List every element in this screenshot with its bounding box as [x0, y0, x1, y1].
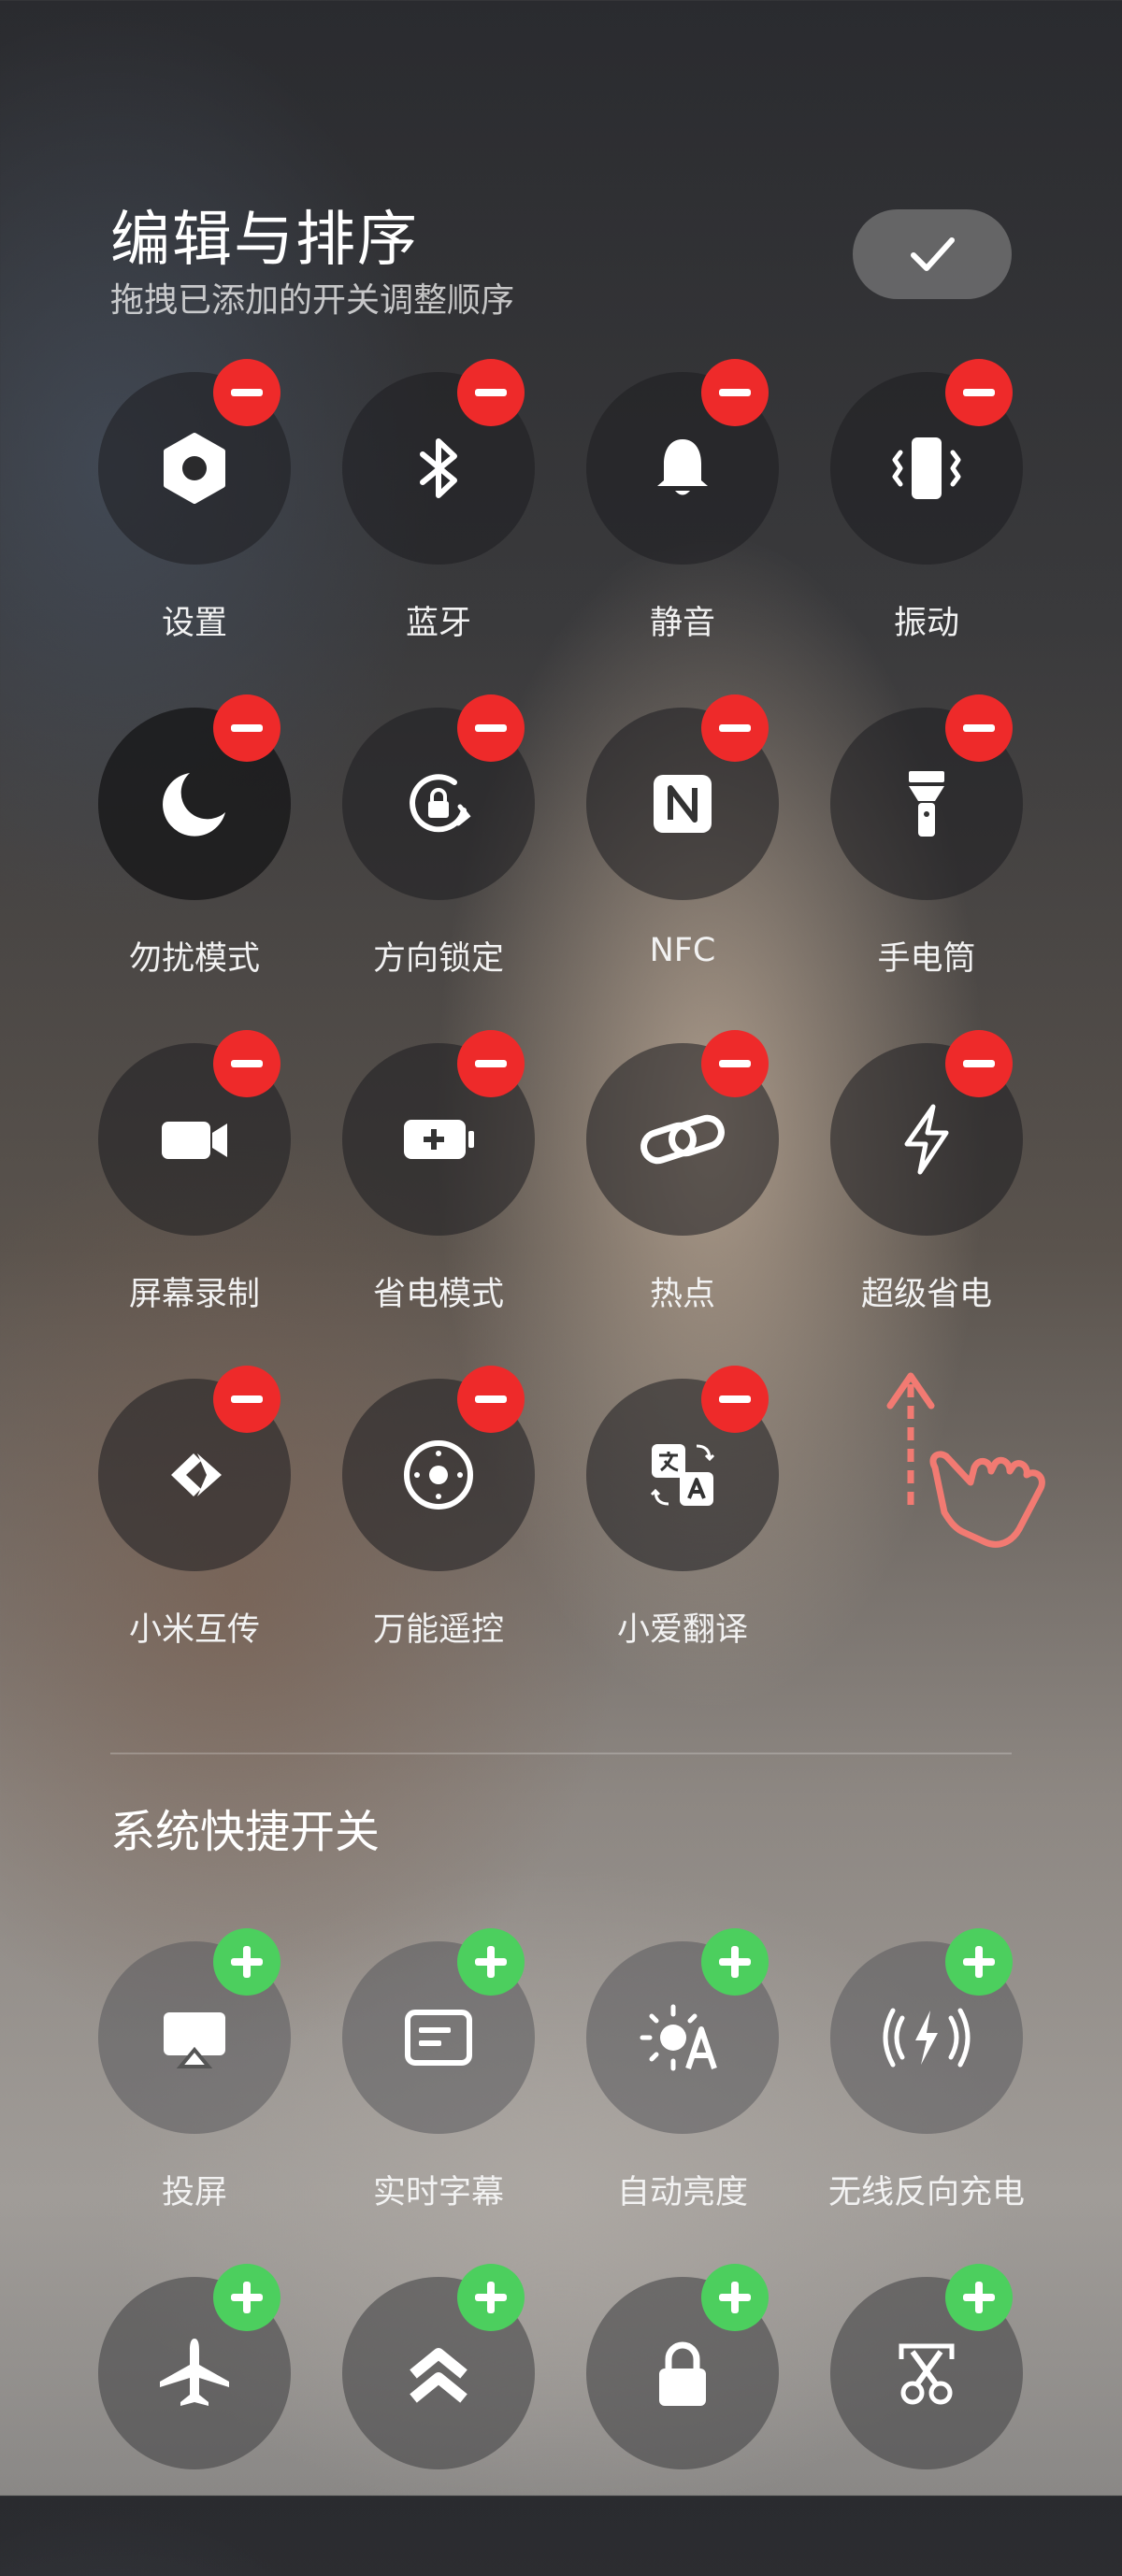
- translate-icon: [650, 1444, 715, 1506]
- tile-nfc[interactable]: NFC: [563, 694, 806, 1007]
- battery-saver-icon: [404, 1120, 474, 1159]
- vibrate-icon: [892, 437, 961, 499]
- scissors-icon: [899, 2343, 955, 2405]
- tile-label: 超级省电: [860, 1276, 992, 1313]
- tile-remote[interactable]: 万能遥控: [319, 1366, 562, 1678]
- tile-battery-saver[interactable]: 省电模式: [319, 1030, 562, 1342]
- tile-label: 方向锁定: [372, 940, 504, 978]
- tile-label: 热点: [649, 1276, 715, 1313]
- remove-button[interactable]: [457, 1030, 525, 1097]
- remove-button[interactable]: [945, 694, 1013, 762]
- remove-button[interactable]: [213, 359, 280, 426]
- remove-button[interactable]: [701, 1366, 769, 1433]
- remove-button[interactable]: [945, 1030, 1013, 1097]
- tile-label: 蓝牙: [405, 605, 471, 642]
- tile-bluetooth[interactable]: 蓝牙: [319, 359, 562, 671]
- lock-icon: [659, 2341, 706, 2406]
- page-title: 编辑与排序: [110, 206, 419, 275]
- tile-label: 投屏: [161, 2174, 227, 2211]
- remove-button[interactable]: [457, 1366, 525, 1433]
- moon-icon: [163, 773, 225, 837]
- nfc-icon: [654, 775, 712, 833]
- tile-label: 屏幕录制: [128, 1276, 260, 1313]
- section-title: 系统快捷开关: [110, 1806, 381, 1858]
- drag-hint-hand-icon: [886, 1372, 1045, 1548]
- tile-flashlight[interactable]: 手电筒: [807, 694, 1050, 1007]
- tile-live-caption[interactable]: 实时字幕: [319, 1928, 562, 2240]
- section-divider: [110, 1753, 1012, 1754]
- tile-hotspot[interactable]: 热点: [563, 1030, 806, 1342]
- remove-button[interactable]: [457, 694, 525, 762]
- tile-vibrate[interactable]: 振动: [807, 359, 1050, 671]
- video-camera-icon: [162, 1122, 227, 1159]
- tile-super-saver[interactable]: 超级省电: [807, 1030, 1050, 1342]
- tile-screenshot-crop[interactable]: [807, 2264, 1050, 2576]
- remove-button[interactable]: [213, 694, 280, 762]
- tile-label: 省电模式: [372, 1276, 504, 1313]
- add-button[interactable]: [213, 1928, 280, 1996]
- bluetooth-icon: [420, 438, 457, 498]
- flashlight-icon: [909, 771, 944, 837]
- tile-label: 手电筒: [877, 940, 976, 978]
- chevrons-up-icon: [410, 2348, 468, 2403]
- settings-icon: [164, 433, 225, 504]
- remote-control-icon: [404, 1440, 473, 1510]
- tile-mi-share[interactable]: 小米互传: [75, 1366, 318, 1678]
- tile-auto-brightness[interactable]: 自动亮度: [563, 1928, 806, 2240]
- tile-cast[interactable]: 投屏: [75, 1928, 318, 2240]
- tile-dnd[interactable]: 勿扰模式: [75, 694, 318, 1007]
- tile-reverse-charge[interactable]: 无线反向充电: [807, 1928, 1050, 2240]
- add-button[interactable]: [457, 1928, 525, 1996]
- hotspot-link-icon: [640, 1114, 725, 1165]
- remove-button[interactable]: [701, 1030, 769, 1097]
- bell-icon: [657, 439, 708, 495]
- add-button[interactable]: [701, 2264, 769, 2331]
- remove-button[interactable]: [945, 359, 1013, 426]
- tile-label: 无线反向充电: [827, 2174, 1025, 2211]
- tile-label: 小米互传: [128, 1611, 260, 1649]
- remove-button[interactable]: [457, 359, 525, 426]
- share-arrows-icon: [171, 1453, 222, 1496]
- tile-translate[interactable]: 小爱翻译: [563, 1366, 806, 1678]
- tile-rotation-lock[interactable]: 方向锁定: [319, 694, 562, 1007]
- auto-brightness-icon: [640, 2004, 717, 2071]
- tile-label: NFC: [649, 932, 716, 969]
- tile-label: 静音: [649, 605, 715, 642]
- add-button[interactable]: [457, 2264, 525, 2331]
- done-button[interactable]: [853, 209, 1012, 299]
- reverse-charge-icon: [883, 2008, 971, 2068]
- tile-airplane[interactable]: [75, 2264, 318, 2576]
- remove-button[interactable]: [701, 359, 769, 426]
- remove-button[interactable]: [701, 694, 769, 762]
- add-button[interactable]: [701, 1928, 769, 1996]
- tile-silent[interactable]: 静音: [563, 359, 806, 671]
- rotation-lock-icon: [410, 774, 471, 833]
- remove-button[interactable]: [213, 1366, 280, 1433]
- page-subtitle: 拖拽已添加的开关调整顺序: [110, 281, 515, 320]
- tile-label: 实时字幕: [372, 2174, 504, 2211]
- add-button[interactable]: [213, 2264, 280, 2331]
- tile-label: 小爱翻译: [616, 1611, 748, 1649]
- airplane-icon: [160, 2339, 229, 2406]
- check-icon: [911, 237, 955, 271]
- lightning-icon: [904, 1104, 949, 1175]
- tile-label: 自动亮度: [616, 2174, 748, 2211]
- add-button[interactable]: [945, 2264, 1013, 2331]
- cast-screen-icon: [164, 2012, 225, 2068]
- tile-lock[interactable]: [563, 2264, 806, 2576]
- tile-screen-record[interactable]: 屏幕录制: [75, 1030, 318, 1342]
- remove-button[interactable]: [213, 1030, 280, 1097]
- add-button[interactable]: [945, 1928, 1013, 1996]
- caption-icon: [405, 2010, 472, 2066]
- tile-label: 振动: [893, 605, 959, 642]
- tile-label: 万能遥控: [372, 1611, 504, 1649]
- tile-settings[interactable]: 设置: [75, 359, 318, 671]
- tile-chevrons[interactable]: [319, 2264, 562, 2576]
- tile-label: 设置: [161, 605, 227, 642]
- tile-label: 勿扰模式: [128, 940, 260, 978]
